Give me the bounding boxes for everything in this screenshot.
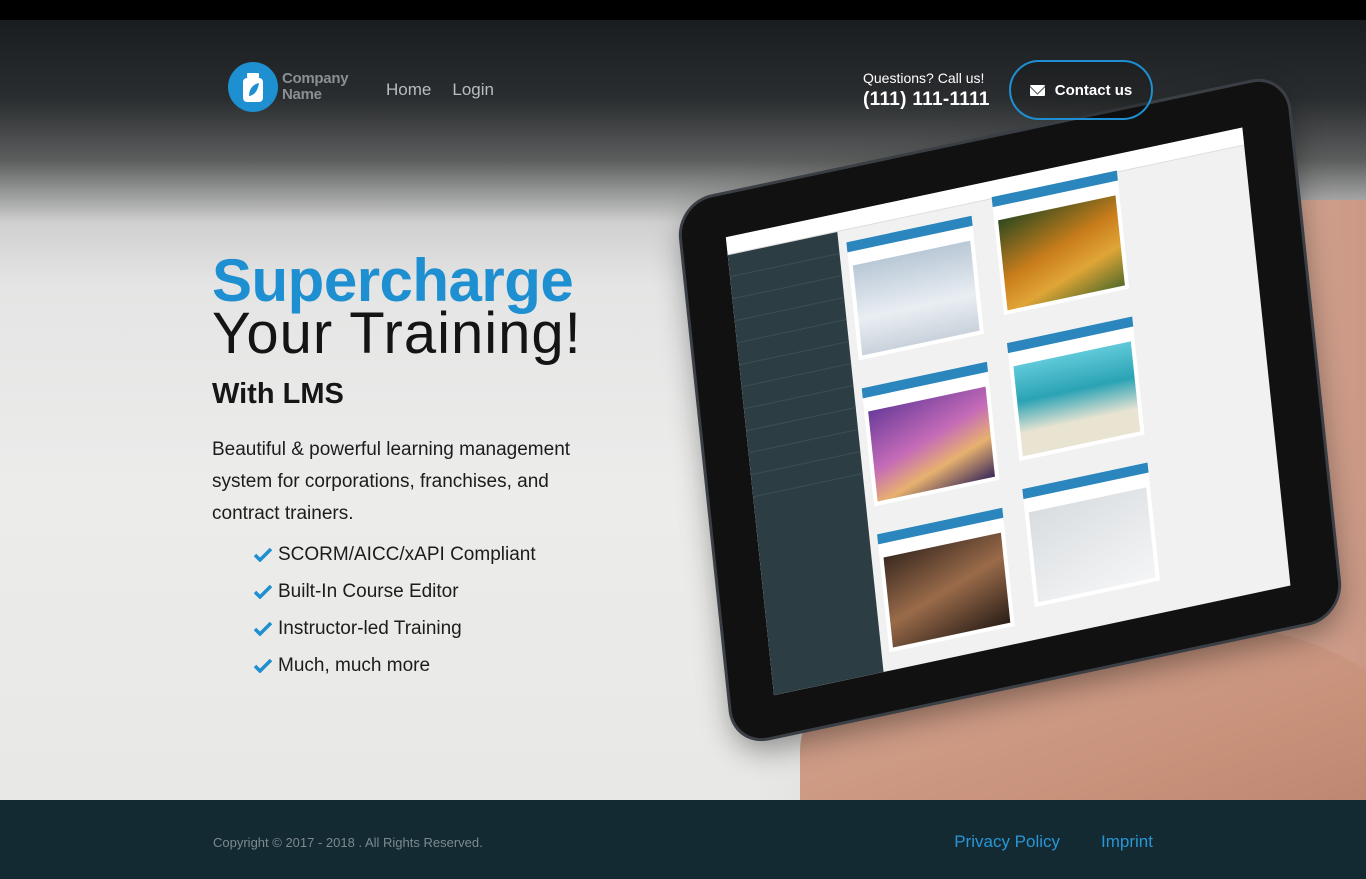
main-nav: Home Login bbox=[386, 80, 494, 100]
feature-item: Much, much more bbox=[254, 647, 536, 684]
call-label: Questions? Call us! bbox=[863, 70, 985, 86]
footer: Copyright © 2017 - 2018 . All Rights Res… bbox=[0, 800, 1366, 879]
top-black-bar bbox=[0, 0, 1366, 20]
catalog-tile bbox=[1022, 462, 1160, 608]
feature-item: Built-In Course Editor bbox=[254, 573, 536, 610]
imprint-link[interactable]: Imprint bbox=[1101, 832, 1153, 852]
contact-button[interactable]: Contact us bbox=[1009, 60, 1153, 120]
catalog-tile bbox=[1006, 316, 1145, 462]
contact-button-label: Contact us bbox=[1054, 81, 1133, 99]
catalog-tile bbox=[861, 361, 1000, 507]
logo-text: Company Name bbox=[282, 70, 349, 103]
hero-section: Company Name Home Login Questions? Call … bbox=[0, 20, 1366, 800]
logo-line-1: Company bbox=[282, 70, 349, 87]
bottle-icon bbox=[228, 62, 278, 112]
tablet-photo bbox=[670, 75, 1366, 800]
tablet-screen bbox=[725, 127, 1291, 696]
hero-description: Beautiful & powerful learning management… bbox=[212, 439, 571, 524]
envelope-icon bbox=[1029, 84, 1045, 96]
call-block: Questions? Call us! (111) 111-1111 bbox=[863, 70, 990, 111]
headline-main: Your Training! bbox=[212, 301, 582, 366]
feature-label: Much, much more bbox=[278, 654, 431, 676]
feature-label: Built-In Course Editor bbox=[278, 580, 459, 602]
feature-list: SCORM/AICC/xAPI Compliant Built-In Cours… bbox=[254, 536, 536, 684]
subheading: With LMS bbox=[212, 378, 344, 410]
privacy-policy-link[interactable]: Privacy Policy bbox=[954, 832, 1060, 852]
phone-number[interactable]: (111) 111-1111 bbox=[863, 89, 990, 111]
feature-label: Instructor-led Training bbox=[278, 617, 462, 639]
footer-links: Privacy Policy Imprint bbox=[954, 832, 1153, 852]
nav-home[interactable]: Home bbox=[386, 80, 431, 100]
copyright-text: Copyright © 2017 - 2018 . All Rights Res… bbox=[213, 835, 483, 850]
checkmark-icon bbox=[254, 547, 272, 562]
feature-item: SCORM/AICC/xAPI Compliant bbox=[254, 536, 536, 573]
nav-login[interactable]: Login bbox=[452, 80, 494, 100]
checkmark-icon bbox=[254, 658, 272, 673]
catalog-tile bbox=[991, 170, 1130, 316]
feature-item: Instructor-led Training bbox=[254, 610, 536, 647]
company-logo[interactable]: Company Name bbox=[228, 62, 349, 112]
screen-catalog bbox=[846, 159, 1281, 662]
feature-label: SCORM/AICC/xAPI Compliant bbox=[278, 543, 536, 565]
catalog-tile bbox=[846, 215, 984, 361]
checkmark-icon bbox=[254, 584, 272, 599]
checkmark-icon bbox=[254, 621, 272, 636]
logo-line-2: Name bbox=[282, 86, 322, 103]
catalog-tile bbox=[877, 507, 1015, 653]
